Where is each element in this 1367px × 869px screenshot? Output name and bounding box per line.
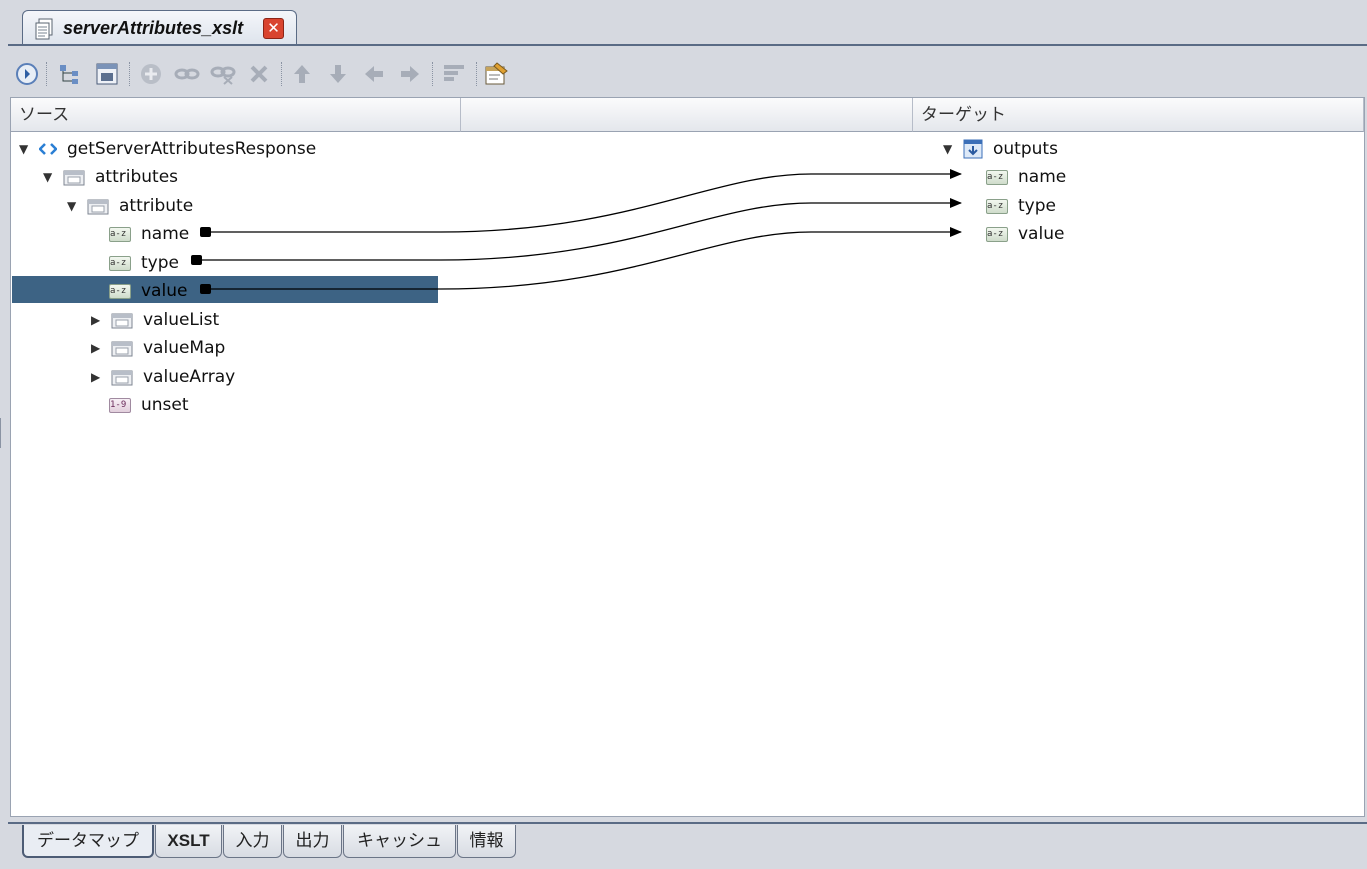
- toolbar-separator: [432, 62, 433, 86]
- move-right-icon[interactable]: [396, 60, 424, 88]
- data-mapper-panel: ソース ターゲット ▼ getServerAttributesResponse …: [10, 97, 1365, 817]
- editor-tabstrip: serverAttributes_xslt ✕: [0, 0, 1367, 48]
- tab-cache[interactable]: キャッシュ: [343, 825, 456, 858]
- editor-tab-title: serverAttributes_xslt: [63, 18, 244, 38]
- link-handle-icon[interactable]: [191, 255, 202, 265]
- toolbar-separator: [129, 62, 130, 86]
- tab-xslt-label: XSLT: [167, 831, 210, 850]
- run-icon[interactable]: [13, 60, 41, 88]
- tab-xslt[interactable]: XSLT: [155, 825, 222, 858]
- mapping-link-name[interactable]: [200, 169, 962, 237]
- tab-datamap[interactable]: データマップ: [22, 825, 154, 858]
- bottom-tab-divider: [8, 822, 1367, 824]
- align-icon[interactable]: [440, 60, 468, 88]
- tab-info[interactable]: 情報: [457, 825, 516, 858]
- unlink-icon[interactable]: [209, 60, 237, 88]
- function-panel-icon[interactable]: [93, 60, 121, 88]
- link-icon[interactable]: [173, 60, 201, 88]
- close-icon[interactable]: ✕: [263, 18, 284, 39]
- toolbar-separator: [46, 62, 47, 86]
- mapping-link-type[interactable]: [191, 198, 962, 265]
- editor-tab[interactable]: serverAttributes_xslt ✕: [22, 10, 297, 46]
- document-icon: [35, 18, 53, 40]
- toolbar-separator: [281, 62, 282, 86]
- mapper-toolbar: [0, 52, 1367, 96]
- move-left-icon[interactable]: [360, 60, 388, 88]
- tab-output[interactable]: 出力: [283, 825, 342, 858]
- mapping-link-value[interactable]: [200, 227, 962, 294]
- mapping-links: [191, 169, 962, 294]
- move-down-icon[interactable]: [324, 60, 352, 88]
- properties-icon[interactable]: [482, 60, 510, 88]
- add-icon[interactable]: [137, 60, 165, 88]
- toolbar-separator: [476, 62, 477, 86]
- left-edge-grip[interactable]: [0, 418, 3, 448]
- tree-layout-icon[interactable]: [56, 60, 84, 88]
- delete-icon[interactable]: [245, 60, 273, 88]
- tabstrip-divider: [8, 44, 1367, 46]
- link-handle-icon[interactable]: [200, 227, 211, 237]
- move-up-icon[interactable]: [288, 60, 316, 88]
- link-handle-icon[interactable]: [200, 284, 211, 294]
- tab-input[interactable]: 入力: [223, 825, 282, 858]
